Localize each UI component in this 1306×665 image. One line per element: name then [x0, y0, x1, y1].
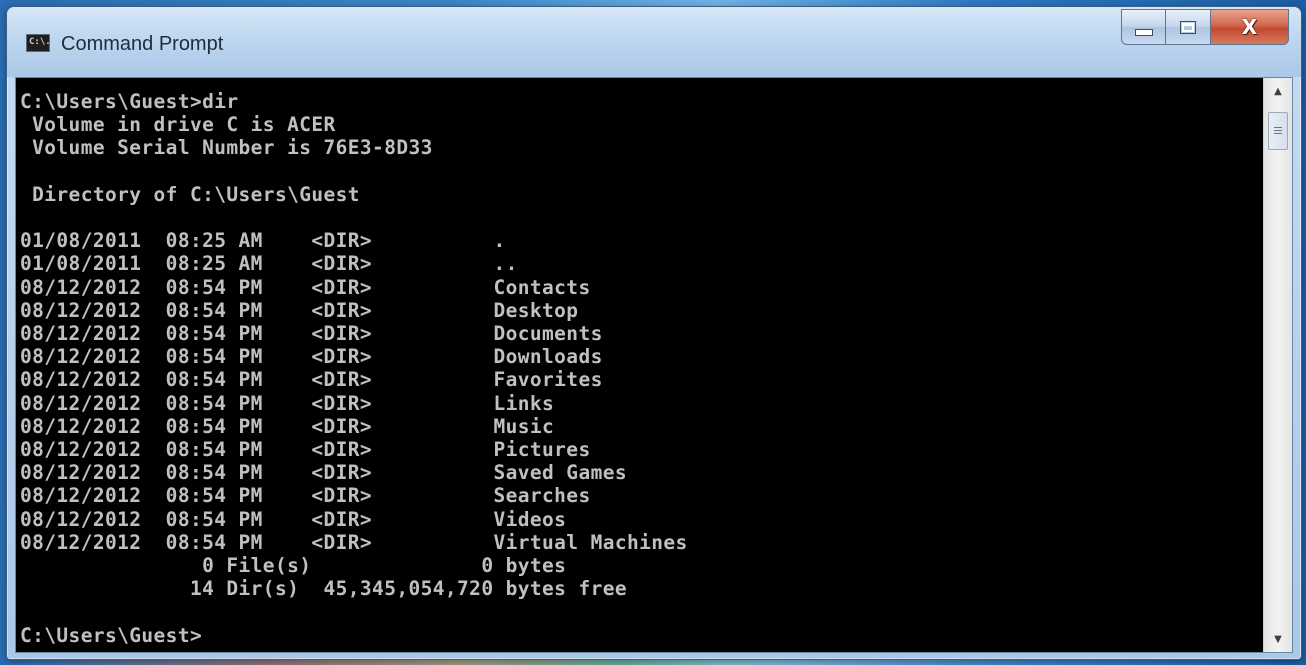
- console-line: 14 Dir(s) 45,345,054,720 bytes free: [20, 577, 627, 601]
- maximize-button[interactable]: [1166, 9, 1211, 45]
- console-text: C:\Users\Guest>dir Volume in drive C is …: [16, 78, 1264, 647]
- grip-icon: [1274, 126, 1282, 136]
- console-line: 08/12/2012 08:54 PM <DIR> Searches: [20, 484, 591, 508]
- console-line: 08/12/2012 08:54 PM <DIR> Music: [20, 414, 555, 438]
- console-line: 08/12/2012 08:54 PM <DIR> Videos: [20, 507, 567, 531]
- console-line: 08/12/2012 08:54 PM <DIR> Favorites: [20, 368, 603, 392]
- close-icon: X: [1241, 15, 1258, 39]
- console-line: 0 File(s) 0 bytes: [20, 554, 567, 578]
- cmd-icon-text: C:\.: [29, 37, 51, 47]
- scrollbar-thumb[interactable]: [1268, 112, 1288, 150]
- console-line: 08/12/2012 08:54 PM <DIR> Links: [20, 391, 555, 415]
- console-line: 08/12/2012 08:54 PM <DIR> Desktop: [20, 298, 579, 322]
- console-line: 08/12/2012 08:54 PM <DIR> Virtual Machin…: [20, 530, 688, 554]
- console-line: 08/12/2012 08:54 PM <DIR> Pictures: [20, 438, 591, 462]
- console-line: Volume Serial Number is 76E3-8D33: [20, 136, 433, 160]
- title-bar[interactable]: C:\. Command Prompt X: [7, 7, 1301, 77]
- console-line: 08/12/2012 08:54 PM <DIR> Contacts: [20, 275, 591, 299]
- console-line: Directory of C:\Users\Guest: [20, 182, 360, 206]
- window-title: Command Prompt: [61, 33, 224, 55]
- vertical-scrollbar[interactable]: ▲ ▼: [1263, 78, 1292, 652]
- console-line: 08/12/2012 08:54 PM <DIR> Documents: [20, 322, 603, 346]
- close-button[interactable]: X: [1211, 9, 1289, 45]
- console-frame: C:\Users\Guest>dir Volume in drive C is …: [15, 77, 1293, 653]
- window-controls: X: [1121, 9, 1289, 45]
- arrow-down-icon[interactable]: ▼: [1264, 628, 1292, 650]
- minimize-icon: [1134, 28, 1153, 36]
- minimize-button[interactable]: [1121, 9, 1166, 45]
- console-line: 08/12/2012 08:54 PM <DIR> Saved Games: [20, 461, 627, 485]
- console-line: C:\Users\Guest>: [20, 623, 203, 647]
- arrow-up-icon[interactable]: ▲: [1264, 80, 1292, 102]
- console-line: 01/08/2011 08:25 AM <DIR> ..: [20, 252, 518, 276]
- console-line: 08/12/2012 08:54 PM <DIR> Downloads: [20, 345, 603, 369]
- console-output-area[interactable]: C:\Users\Guest>dir Volume in drive C is …: [16, 78, 1264, 652]
- maximize-icon: [1180, 20, 1196, 34]
- console-line: C:\Users\Guest>dir: [20, 90, 239, 113]
- command-prompt-window: C:\. Command Prompt X C:\Users\Guest>dir…: [6, 6, 1302, 660]
- console-line: Volume in drive C is ACER: [20, 113, 336, 137]
- cmd-icon[interactable]: C:\.: [26, 34, 51, 52]
- console-line: 01/08/2011 08:25 AM <DIR> .: [20, 229, 506, 253]
